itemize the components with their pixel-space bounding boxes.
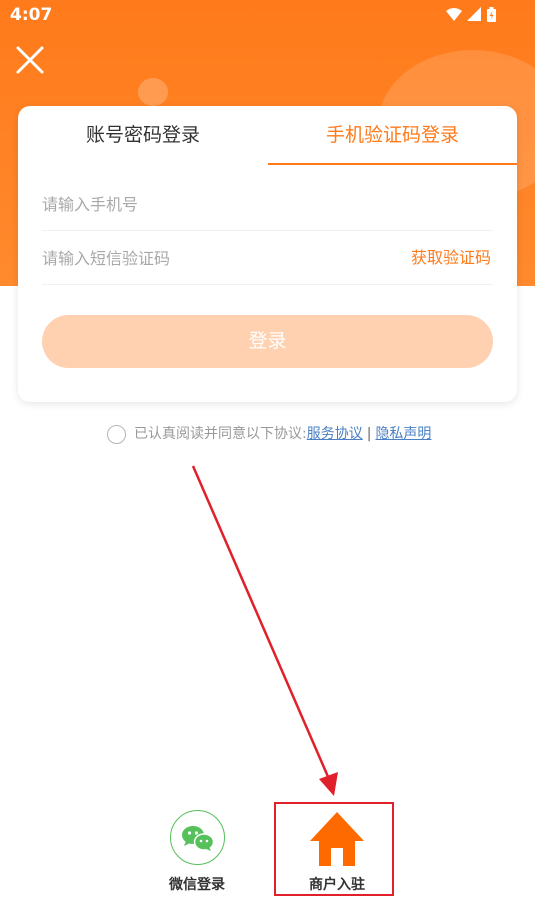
login-screen: 4:07 账号密码登录 手机验证码登录 请输入手机号 请输入短信验证码 获取验证…	[0, 0, 535, 903]
login-button[interactable]: 登录	[42, 315, 493, 368]
agreement-radio[interactable]	[107, 424, 126, 444]
merchant-join-label: 商户入驻	[309, 877, 365, 893]
signal-icon	[467, 7, 481, 21]
sms-code-field: 获取验证码	[42, 231, 493, 285]
status-icons	[446, 7, 496, 22]
wifi-icon	[446, 8, 462, 21]
wechat-icon-circle	[170, 810, 225, 865]
wechat-icon	[182, 826, 215, 851]
wechat-login-button[interactable]: 微信登录	[142, 808, 252, 898]
service-agreement-link[interactable]: 服务协议	[307, 426, 363, 442]
status-bar: 4:07	[0, 0, 535, 30]
active-tab-indicator	[268, 163, 517, 165]
phone-input[interactable]	[42, 177, 493, 231]
agreement-row: 已认真阅读并同意以下协议:服务协议 | 隐私声明	[107, 423, 431, 445]
house-icon	[310, 812, 364, 866]
tab-sms-code[interactable]: 手机验证码登录	[268, 106, 517, 164]
tab-account-password[interactable]: 账号密码登录	[18, 106, 268, 164]
battery-icon	[487, 7, 496, 22]
close-icon	[16, 46, 44, 74]
decorative-circle	[138, 78, 168, 106]
close-button[interactable]	[14, 44, 46, 76]
status-time: 4:07	[10, 5, 53, 25]
get-code-button[interactable]: 获取验证码	[411, 231, 491, 285]
agreement-text: 已认真阅读并同意以下协议:	[134, 426, 307, 442]
sms-code-input[interactable]	[42, 231, 382, 285]
wechat-login-label: 微信登录	[169, 877, 225, 893]
phone-field	[42, 177, 493, 231]
agreement-separator: |	[366, 426, 372, 442]
merchant-join-button[interactable]: 商户入驻	[282, 808, 392, 898]
login-card: 账号密码登录 手机验证码登录 获取验证码 登录	[18, 106, 517, 402]
privacy-statement-link[interactable]: 隐私声明	[375, 426, 431, 442]
